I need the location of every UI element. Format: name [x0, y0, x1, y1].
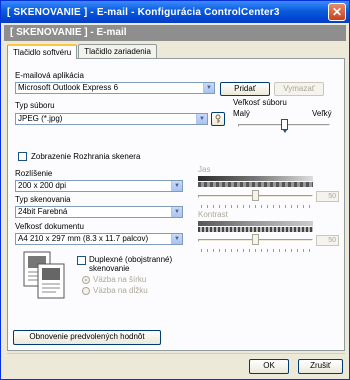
- long-edge-radio[interactable]: [82, 276, 90, 284]
- tab-software-button[interactable]: Tlačidlo softvéru: [7, 44, 78, 59]
- cancel-button[interactable]: Zrušiť: [298, 359, 343, 374]
- restore-defaults-button[interactable]: Obnovenie predvolených hodnôt: [13, 330, 161, 345]
- section-header: [ SKENOVANIE ] - E-mail: [4, 25, 346, 41]
- file-type-select[interactable]: JPEG (*.jpg) ▼: [15, 113, 208, 125]
- scan-type-select[interactable]: 24bit Farebná ▼: [15, 206, 183, 218]
- brightness-ticks: [201, 205, 311, 208]
- tab-strip: Tlačidlo softvéru Tlačidlo zariadenia: [7, 44, 158, 59]
- scan-type-value: 24bit Farebná: [18, 207, 68, 216]
- brightness-label: Jas: [198, 165, 211, 174]
- duplex-label-line1: Duplexné (obojstranné): [89, 255, 173, 264]
- chevron-down-icon: ▼: [171, 234, 182, 244]
- email-app-label: E-mailová aplikácia: [15, 71, 84, 80]
- delete-button[interactable]: Vymazať: [274, 82, 324, 96]
- doc-size-select[interactable]: A4 210 x 297 mm (8.3 x 11.7 palcov) ▼: [15, 233, 183, 245]
- contrast-gradient-bar: [198, 221, 313, 226]
- close-button[interactable]: ✕: [328, 3, 346, 21]
- file-size-max-label: Veľký: [312, 109, 332, 118]
- file-size-slider-thumb[interactable]: [280, 119, 288, 133]
- duplex-label-line2: skenovanie: [89, 264, 130, 273]
- contrast-ticks: [201, 249, 311, 252]
- email-app-select[interactable]: Microsoft Outlook Express 6 ▼: [15, 82, 215, 94]
- brightness-pattern-bar: [198, 182, 313, 187]
- chevron-down-icon: ▼: [203, 83, 214, 93]
- email-app-value: Microsoft Outlook Express 6: [18, 83, 119, 92]
- short-edge-label: Väzba na dĺžku: [93, 286, 148, 295]
- contrast-slider-thumb[interactable]: [252, 234, 259, 245]
- doc-size-value: A4 210 x 297 mm (8.3 x 11.7 palcov): [18, 234, 149, 243]
- file-size-label: Veľkosť súboru: [233, 98, 287, 107]
- brightness-value-box: 50: [316, 191, 339, 202]
- contrast-label: Kontrast: [198, 210, 228, 219]
- show-interface-checkbox[interactable]: [18, 152, 27, 161]
- long-edge-label: Väzba na šírku: [93, 275, 147, 284]
- contrast-pattern-bar: [198, 227, 313, 232]
- doc-size-label: Veľkosť dokumentu: [15, 222, 84, 231]
- duplex-checkbox[interactable]: [77, 256, 86, 265]
- config-window: [ SKENOVANIE ] - E-mail - Konfigurácia C…: [0, 0, 350, 380]
- tab-panel: E-mailová aplikácia Microsoft Outlook Ex…: [7, 58, 345, 351]
- file-type-value: JPEG (*.jpg): [18, 114, 63, 123]
- key-settings-icon: [215, 114, 221, 123]
- duplex-pages-icon: [23, 251, 65, 299]
- ok-button[interactable]: OK: [249, 359, 289, 374]
- title-bar[interactable]: [ SKENOVANIE ] - E-mail - Konfigurácia C…: [1, 1, 349, 23]
- short-edge-radio[interactable]: [82, 287, 90, 295]
- file-options-button[interactable]: [211, 112, 225, 126]
- chevron-down-icon: ▼: [171, 181, 182, 191]
- resolution-label: Rozlíšenie: [15, 169, 53, 178]
- resolution-value: 200 x 200 dpi: [18, 181, 67, 190]
- window-title: [ SKENOVANIE ] - E-mail - Konfigurácia C…: [7, 6, 280, 18]
- add-button[interactable]: Pridať: [220, 82, 270, 96]
- file-size-min-label: Malý: [233, 109, 250, 118]
- brightness-gradient-bar: [198, 176, 313, 181]
- contrast-value-box: 50: [316, 235, 339, 246]
- tab-device-button[interactable]: Tlačidlo zariadenia: [78, 44, 157, 58]
- file-type-label: Typ súboru: [15, 101, 55, 110]
- chevron-down-icon: ▼: [171, 207, 182, 217]
- chevron-down-icon: ▼: [196, 114, 207, 124]
- scan-type-label: Typ skenovania: [15, 195, 71, 204]
- close-icon: ✕: [331, 5, 343, 19]
- footer-divider: [7, 353, 345, 354]
- show-interface-label: Zobrazenie Rozhrania skenera: [31, 152, 141, 161]
- resolution-select[interactable]: 200 x 200 dpi ▼: [15, 180, 183, 192]
- brightness-slider-thumb[interactable]: [252, 190, 259, 201]
